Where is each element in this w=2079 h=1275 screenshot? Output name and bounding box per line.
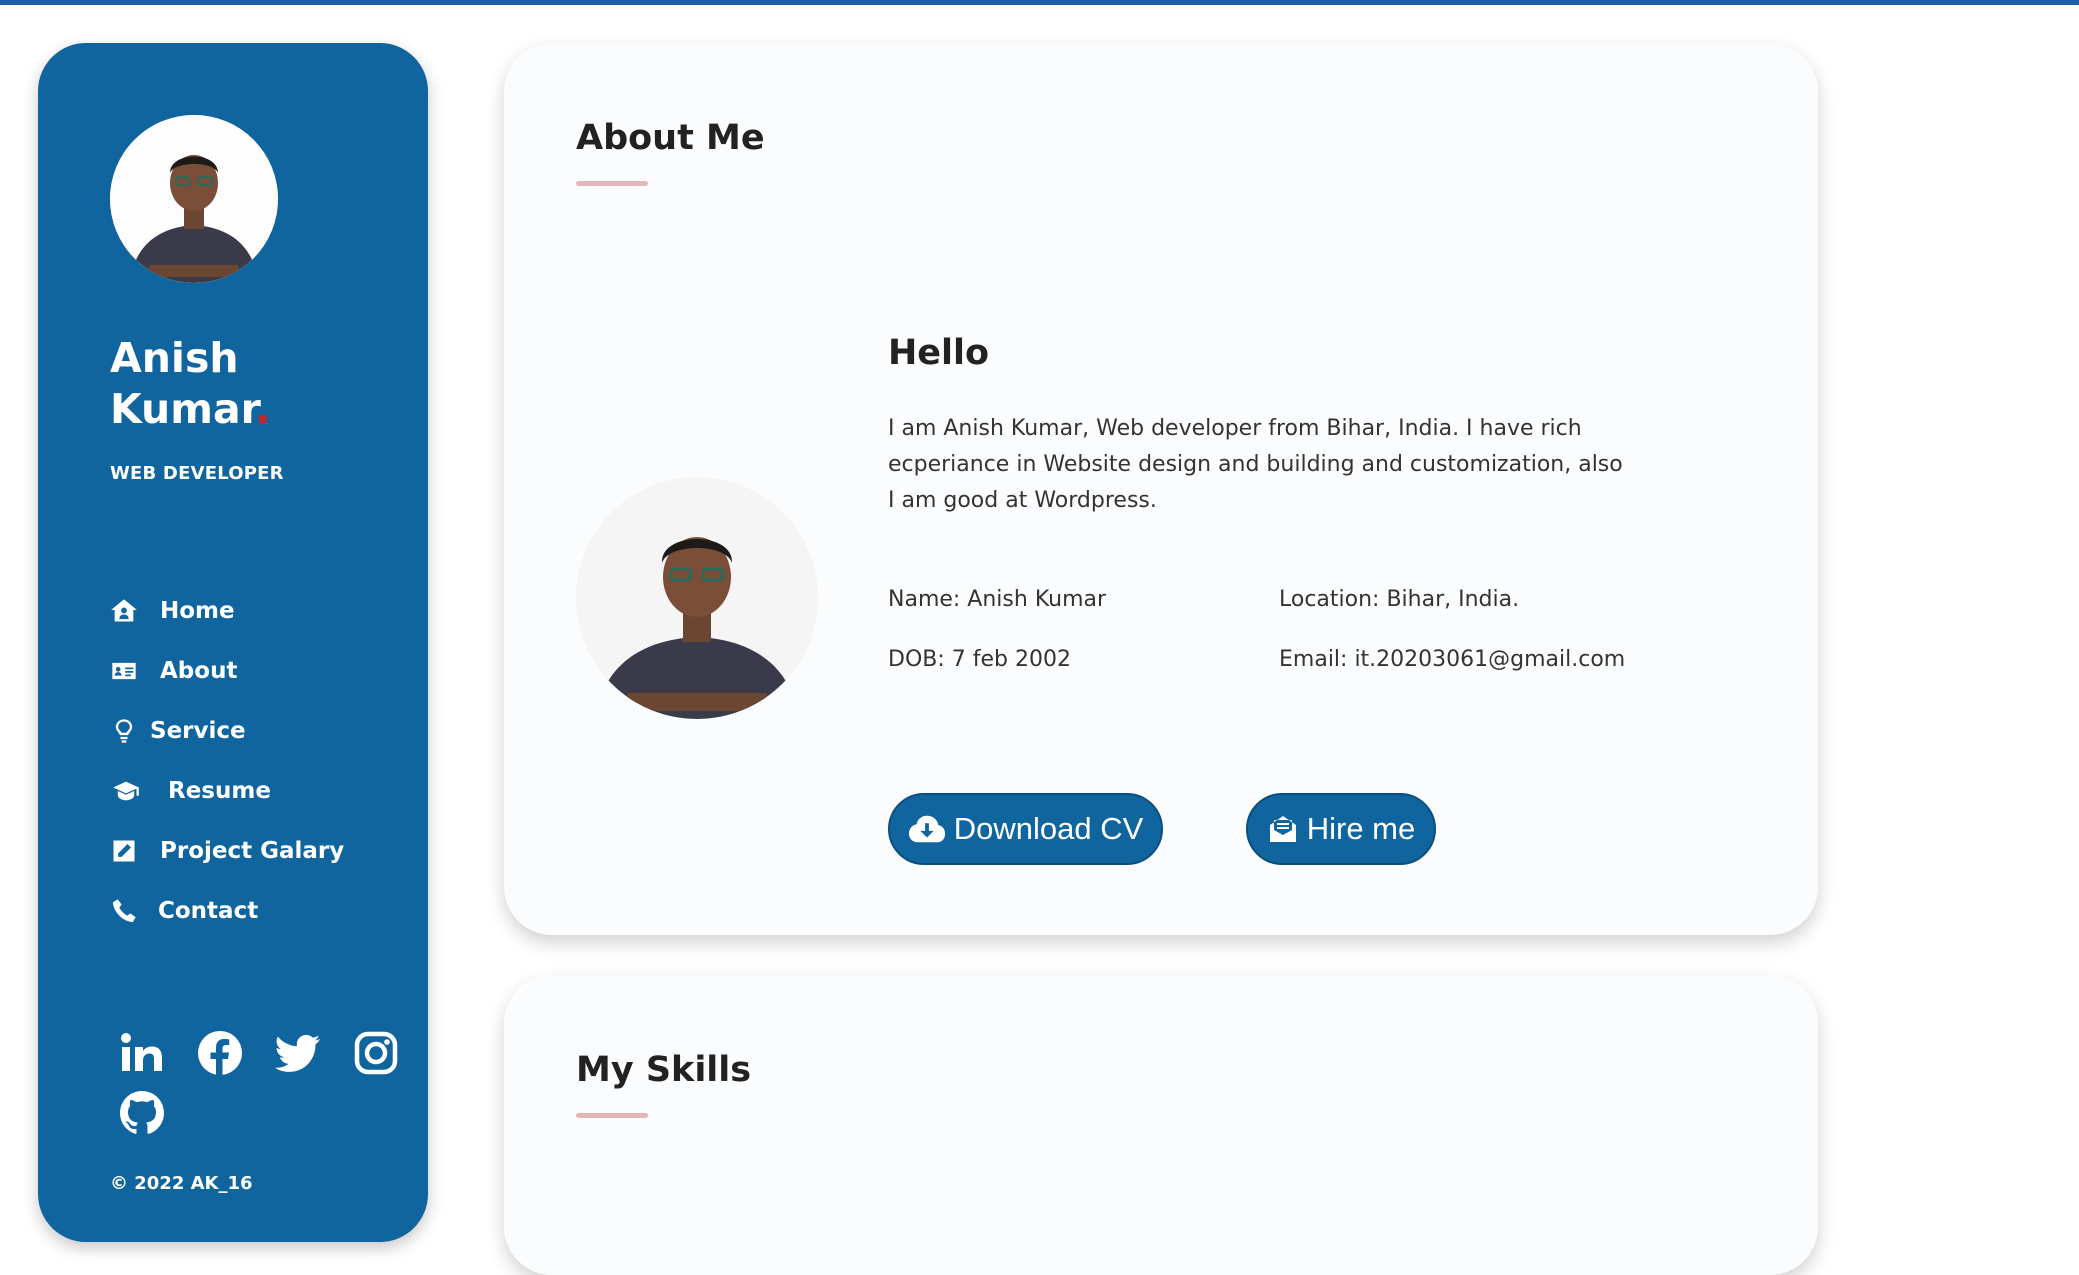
about-section: About Me Hello I am Anish Kumar, Web dev…: [504, 43, 1818, 935]
info-dob: DOB: 7 feb 2002: [888, 647, 1071, 672]
sidebar: Anish Kumar. WEB DEVELOPER Home About Se…: [38, 43, 428, 1242]
about-title-underline: [576, 181, 648, 186]
envelope-open-icon: [1269, 816, 1296, 842]
nav-item-about[interactable]: About: [110, 641, 410, 701]
twitter-icon[interactable]: [274, 1023, 352, 1083]
nav-label-contact: Contact: [158, 898, 259, 924]
name-last: Kumar: [110, 385, 256, 433]
copyright-text: © 2022 AK_16: [110, 1173, 253, 1194]
social-links: [118, 1023, 438, 1143]
nav-label-resume: Resume: [168, 778, 271, 804]
linkedin-icon[interactable]: [118, 1023, 196, 1083]
name-accent-dot: .: [255, 385, 271, 433]
download-cv-label: Download CV: [953, 811, 1144, 846]
profile-name: Anish Kumar.: [110, 333, 370, 435]
about-photo: [576, 477, 818, 719]
skills-title-underline: [576, 1113, 648, 1118]
cloud-download-icon: [908, 815, 945, 843]
instagram-icon[interactable]: [352, 1023, 430, 1083]
nav-item-project-galary[interactable]: Project Galary: [110, 821, 410, 881]
skills-section: My Skills: [504, 975, 1818, 1275]
nav-item-resume[interactable]: Resume: [110, 761, 410, 821]
nav-label-home: Home: [160, 598, 235, 624]
profile-avatar: [110, 115, 278, 283]
info-email: Email: it.20203061@gmail.com: [1279, 647, 1626, 672]
download-cv-button[interactable]: Download CV: [888, 793, 1163, 865]
greeting-heading: Hello: [888, 333, 990, 373]
sidebar-nav: Home About Service Resume Project Galary: [110, 581, 410, 941]
bio-text: I am Anish Kumar, Web developer from Bih…: [888, 416, 1623, 513]
id-card-icon: [110, 641, 160, 701]
top-accent-line: [0, 0, 2079, 5]
about-title: About Me: [576, 118, 765, 158]
lightbulb-icon: [110, 701, 150, 761]
nav-item-home[interactable]: Home: [110, 581, 410, 641]
hire-me-label: Hire me: [1306, 811, 1416, 846]
phone-icon: [110, 881, 158, 941]
hire-me-button[interactable]: Hire me: [1246, 793, 1436, 865]
nav-label-project-galary: Project Galary: [160, 838, 345, 864]
nav-label-service: Service: [150, 718, 246, 744]
facebook-icon[interactable]: [196, 1023, 274, 1083]
home-icon: [110, 581, 160, 641]
info-location: Location: Bihar, India.: [1279, 587, 1520, 612]
github-icon[interactable]: [118, 1083, 196, 1143]
profile-role: WEB DEVELOPER: [110, 463, 284, 484]
skills-title: My Skills: [576, 1050, 752, 1090]
graduation-cap-icon: [110, 761, 168, 821]
name-first: Anish: [110, 334, 239, 382]
nav-item-contact[interactable]: Contact: [110, 881, 410, 941]
nav-item-service[interactable]: Service: [110, 701, 410, 761]
info-name: Name: Anish Kumar: [888, 587, 1107, 612]
nav-label-about: About: [160, 658, 238, 684]
edit-icon: [110, 821, 160, 881]
